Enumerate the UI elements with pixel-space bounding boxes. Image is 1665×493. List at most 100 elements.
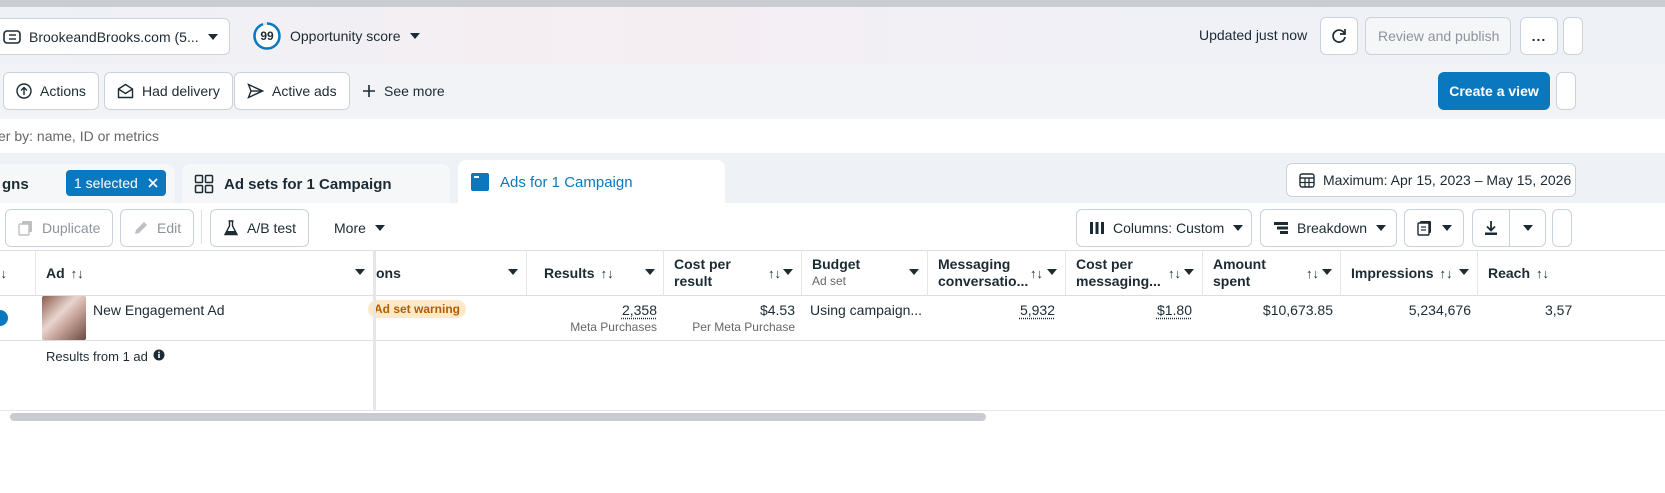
column-menu-caret-icon[interactable]: [783, 269, 793, 275]
export-button[interactable]: [1472, 209, 1510, 247]
column-impressions-label: Impressions: [1351, 265, 1434, 281]
refresh-button[interactable]: [1320, 17, 1358, 55]
sort-icon: ↑↓: [1306, 265, 1319, 281]
column-cost-per-result-line1: Cost per: [674, 256, 731, 272]
duplicate-icon: [18, 220, 34, 236]
search-input[interactable]: [0, 124, 898, 148]
column-menu-caret-icon[interactable]: [1459, 269, 1469, 275]
messaging-value[interactable]: 5,932: [1020, 302, 1055, 318]
column-header-impressions[interactable]: Impressions ↑↓: [1341, 250, 1478, 296]
account-selector[interactable]: BrookeandBrooks.com (5...: [0, 18, 230, 55]
review-publish-button[interactable]: Review and publish: [1365, 17, 1511, 55]
reports-dropdown[interactable]: [1404, 209, 1464, 247]
column-header-actions[interactable]: ons: [374, 250, 527, 296]
score-ring-icon: 99: [252, 21, 282, 51]
cost-per-result-subtext: Per Meta Purchase: [692, 320, 795, 334]
column-header-sort-left[interactable]: ↑↓: [0, 250, 36, 296]
column-cost-msg-text: Cost per messaging...: [1076, 256, 1161, 290]
upload-circle-icon: [16, 83, 32, 99]
columns-dropdown[interactable]: Columns: Custom: [1076, 209, 1252, 247]
column-cost-msg-line2: messaging...: [1076, 273, 1161, 289]
column-menu-caret-icon[interactable]: [645, 269, 655, 275]
column-budget-label: Budget: [812, 256, 861, 272]
active-ads-filter-button[interactable]: Active ads: [234, 72, 350, 110]
breakdown-label: Breakdown: [1297, 220, 1368, 236]
account-name: BrookeandBrooks.com (5...: [29, 28, 199, 45]
column-header-amount-spent[interactable]: Amount spent ↑↓: [1203, 250, 1341, 296]
column-messaging-line1: Messaging: [938, 256, 1011, 272]
column-menu-caret-icon[interactable]: [508, 269, 518, 275]
results-value[interactable]: 2,358: [622, 302, 657, 318]
ab-test-button[interactable]: A/B test: [210, 209, 310, 247]
ad-name-link[interactable]: New Engagement Ad: [93, 302, 225, 318]
column-header-cost-per-result[interactable]: Cost per result ↑↓: [664, 250, 802, 296]
had-delivery-filter-button[interactable]: Had delivery: [104, 72, 233, 110]
chevron-down-icon: [1522, 224, 1534, 232]
tab-ads-label: Ads for 1 Campaign: [500, 173, 633, 191]
refresh-icon: [1330, 27, 1348, 45]
chevron-down-icon: [409, 32, 421, 40]
download-icon: [1483, 220, 1499, 236]
export-dropdown[interactable]: [1509, 209, 1546, 247]
column-menu-caret-icon[interactable]: [1322, 269, 1332, 275]
close-icon[interactable]: [148, 178, 158, 188]
actions-label: Actions: [40, 83, 86, 99]
side-panel-button[interactable]: [1563, 17, 1583, 55]
column-cost-per-result-line2: result: [674, 273, 713, 289]
create-view-button[interactable]: Create a view: [1438, 72, 1550, 110]
view-options-button[interactable]: [1556, 72, 1576, 110]
info-icon[interactable]: [153, 349, 165, 361]
pencil-icon: [133, 220, 149, 236]
had-delivery-label: Had delivery: [142, 83, 220, 99]
column-menu-caret-icon[interactable]: [1047, 269, 1057, 275]
column-header-ad[interactable]: Ad ↑↓: [36, 250, 374, 296]
tab-ads[interactable]: Ads for 1 Campaign: [458, 160, 725, 204]
chart-toggle-button[interactable]: [1552, 209, 1572, 247]
breakdown-icon: [1273, 221, 1289, 235]
chevron-down-icon: [374, 224, 386, 232]
breakdown-dropdown[interactable]: Breakdown: [1260, 209, 1397, 247]
cell-impressions: 5,234,676: [1408, 302, 1471, 318]
date-range-picker[interactable]: Maximum: Apr 15, 2023 – May 15, 2026: [1286, 163, 1576, 197]
column-menu-caret-icon[interactable]: [1184, 269, 1194, 275]
more-actions-dropdown[interactable]: More: [322, 209, 398, 247]
sort-icon: ↑↓: [1168, 265, 1181, 281]
column-budget-text: Budget Ad set: [812, 256, 860, 290]
column-header-reach[interactable]: Reach ↑↓: [1478, 250, 1665, 296]
warning-badge[interactable]: Ad set warning: [368, 300, 467, 318]
actions-filter-button[interactable]: Actions: [3, 72, 99, 110]
selected-chip-label: 1 selected: [74, 175, 138, 191]
sort-icon: ↑↓: [1439, 265, 1453, 281]
horizontal-scrollbar[interactable]: [10, 413, 986, 421]
more-actions-label: More: [334, 220, 366, 236]
column-menu-caret-icon[interactable]: [355, 269, 365, 275]
window-top-strip: [0, 0, 1665, 7]
column-cost-msg-line1: Cost per: [1076, 256, 1133, 272]
duplicate-button[interactable]: Duplicate: [5, 209, 114, 247]
column-header-messaging-conversations[interactable]: Messaging conversatio... ↑↓: [928, 250, 1066, 296]
column-amount-text: Amount spent: [1213, 256, 1266, 290]
see-more-label: See more: [384, 83, 445, 99]
column-header-budget[interactable]: Budget Ad set: [802, 250, 928, 296]
selected-chip[interactable]: 1 selected: [66, 170, 166, 196]
chevron-down-icon: [1441, 224, 1453, 232]
column-reach-label: Reach: [1488, 265, 1531, 281]
cost-msg-value[interactable]: $1.80: [1157, 302, 1192, 318]
more-options-button[interactable]: ...: [1520, 17, 1558, 55]
ad-thumbnail: [42, 296, 86, 340]
sort-icon: ↑↓: [0, 265, 7, 281]
summary-label: Results from 1 ad: [46, 349, 148, 364]
edit-button[interactable]: Edit: [120, 209, 195, 247]
see-more-filters-button[interactable]: See more: [350, 72, 457, 110]
sort-icon: ↑↓: [600, 265, 614, 281]
column-menu-caret-icon[interactable]: [909, 269, 919, 275]
send-icon: [247, 83, 264, 99]
cell-messaging: 5,932: [928, 302, 1055, 318]
tab-ad-sets[interactable]: Ad sets for 1 Campaign: [182, 164, 450, 204]
opportunity-score-button[interactable]: 99 Opportunity score: [240, 17, 433, 55]
cell-cost-per-result: $4.53 Per Meta Purchase: [664, 302, 795, 334]
sort-icon: ↑↓: [70, 265, 84, 281]
cell-budget: Using campaign...: [810, 302, 923, 318]
column-header-results[interactable]: Results ↑↓: [527, 250, 664, 296]
column-header-cost-per-messaging[interactable]: Cost per messaging... ↑↓: [1066, 250, 1203, 296]
